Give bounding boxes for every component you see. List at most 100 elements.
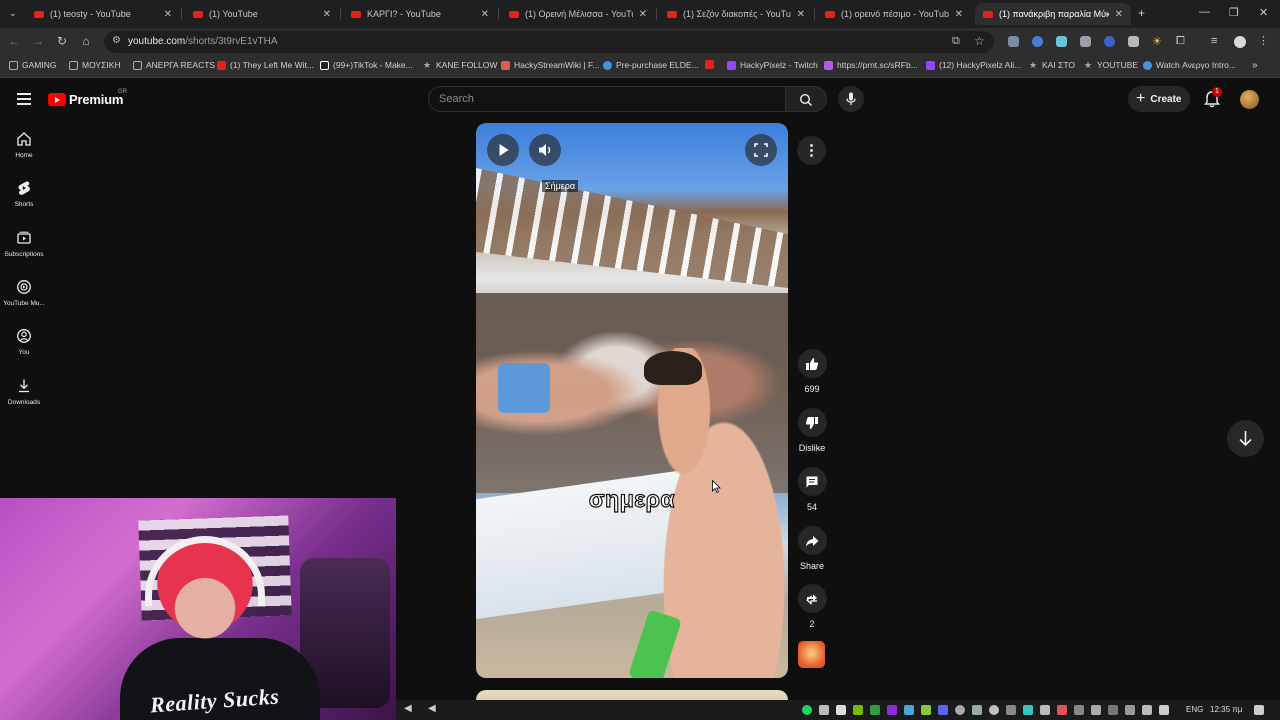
bookmark-they-left-me[interactable]: (1) They Left Me Wit...: [217, 60, 314, 70]
tray-icon[interactable]: [955, 705, 965, 715]
speaker-icon[interactable]: ◀: [428, 703, 436, 714]
account-avatar[interactable]: [1240, 90, 1259, 109]
tab-teosty[interactable]: (1) teosty - YouTube ✕: [26, 3, 180, 25]
bookmark-prntsc[interactable]: https://prnt.sc/sRFb...: [824, 60, 918, 70]
tab-search-icon[interactable]: ⌄: [9, 8, 17, 19]
like-button[interactable]: [797, 349, 827, 378]
search-button[interactable]: [786, 86, 827, 112]
dislike-action[interactable]: Dislike: [797, 408, 827, 453]
share-button[interactable]: [797, 526, 827, 555]
tray-icon[interactable]: [1057, 705, 1067, 715]
tray-icon[interactable]: [1023, 705, 1033, 715]
restore-window-icon[interactable]: ❐: [1229, 6, 1239, 19]
tab-kargi[interactable]: ΚΑΡΓΙ? - YouTube ✕: [343, 3, 497, 25]
tray-icon[interactable]: [836, 705, 846, 715]
tray-icon[interactable]: [1108, 705, 1118, 715]
tab-sezon-diakopes[interactable]: (1) Σεζόν διακοπές - YouTube ✕: [659, 3, 813, 25]
bookmark-hackypixelz-twitch[interactable]: HackyPixelz - Twitch: [727, 60, 818, 70]
site-info-icon[interactable]: ⚙: [112, 35, 121, 46]
remix-action[interactable]: 2: [797, 584, 827, 629]
voice-search-button[interactable]: [838, 86, 864, 112]
share-action[interactable]: Share: [797, 526, 827, 571]
create-button[interactable]: + Create: [1128, 86, 1190, 112]
bookmark-folder-gaming[interactable]: GAMING: [9, 60, 56, 70]
comments-action[interactable]: 54: [797, 467, 827, 512]
minimize-window-icon[interactable]: —: [1199, 6, 1210, 18]
sun-icon[interactable]: ☀: [1152, 35, 1162, 48]
guide-item-home[interactable]: Home: [0, 131, 48, 159]
close-tab-icon[interactable]: ✕: [481, 9, 489, 20]
speaker-icon[interactable]: ◀: [404, 703, 412, 714]
bookmark-hackystreamwiki[interactable]: HackyStreamWiki | F...: [501, 60, 599, 70]
discord-icon[interactable]: [938, 705, 948, 715]
microphone-icon[interactable]: [1091, 705, 1101, 715]
bookmark-hackypixelz-ali[interactable]: (12) HackyPixelz Ali...: [926, 60, 1021, 70]
extension-icon[interactable]: [1008, 36, 1019, 47]
shorts-video-player[interactable]: Σήμερα σημερα: [476, 123, 788, 678]
bookmark-kane-follow[interactable]: ★ KANE FOLLOW: [423, 60, 497, 70]
tray-icon[interactable]: [819, 705, 829, 715]
tray-icon[interactable]: [904, 705, 914, 715]
address-bar[interactable]: ⚙ youtube.com/shorts/3t9rvE1vTHA ⧉ ☆: [104, 31, 994, 53]
tray-icon[interactable]: [1074, 705, 1084, 715]
network-icon[interactable]: [1159, 705, 1169, 715]
guide-item-shorts[interactable]: Shorts: [0, 180, 48, 208]
tray-icon[interactable]: [989, 705, 999, 715]
play-button[interactable]: [487, 134, 519, 166]
bookmark-kai-sto[interactable]: ★ ΚΑΙ ΣΤΟ: [1029, 60, 1075, 70]
close-tab-icon[interactable]: ✕: [164, 9, 172, 20]
extension-icon[interactable]: [1032, 36, 1043, 47]
extension-icon[interactable]: [1128, 36, 1139, 47]
profile-icon[interactable]: [1234, 36, 1246, 48]
input-language[interactable]: ENG: [1186, 705, 1203, 714]
tray-icon[interactable]: [870, 705, 880, 715]
close-tab-icon[interactable]: ✕: [955, 9, 963, 20]
youtube-logo-text[interactable]: Premium: [69, 92, 123, 107]
fullscreen-button[interactable]: [745, 134, 777, 166]
close-tab-icon[interactable]: ✕: [323, 9, 331, 20]
browser-menu-icon[interactable]: ⋮: [1258, 34, 1269, 47]
dislike-button[interactable]: [797, 408, 827, 437]
guide-item-downloads[interactable]: Downloads: [0, 378, 48, 406]
close-tab-icon[interactable]: ✕: [797, 9, 805, 20]
more-bookmarks-icon[interactable]: »: [1252, 60, 1258, 71]
sound-thumbnail[interactable]: [798, 641, 825, 668]
reload-icon[interactable]: ↻: [54, 34, 70, 48]
close-window-icon[interactable]: ✕: [1259, 6, 1268, 19]
spotify-icon[interactable]: [802, 705, 812, 715]
more-actions-button[interactable]: [797, 136, 826, 165]
tab-oreini-melissa[interactable]: (1) Ορεινή Μέλισσα - YouTube ✕: [501, 3, 655, 25]
menu-icon[interactable]: [17, 93, 31, 105]
battery-icon[interactable]: [1142, 705, 1152, 715]
tray-icon[interactable]: [887, 705, 897, 715]
comments-button[interactable]: [797, 467, 827, 496]
guide-item-subscriptions[interactable]: Subscriptions: [0, 230, 48, 258]
tab-oreino-pesimo[interactable]: (1) ορεινό πέσιμο - YouTube ✕: [817, 3, 971, 25]
system-clock[interactable]: 12:35 πμ: [1210, 705, 1242, 714]
close-tab-icon[interactable]: ✕: [1115, 9, 1123, 20]
bookmark-youtube-star[interactable]: ★ YOUTUBE: [1084, 60, 1138, 70]
tray-icon[interactable]: [1125, 705, 1135, 715]
reading-list-icon[interactable]: ≡: [1211, 35, 1217, 47]
bookmark-folder-mousiki[interactable]: ΜΟΥΣΙΚΗ: [69, 60, 121, 70]
volume-button[interactable]: [529, 134, 561, 166]
puzzle-icon[interactable]: ⧠: [1176, 35, 1185, 48]
remix-button[interactable]: [797, 584, 827, 613]
search-input[interactable]: Search: [428, 86, 786, 112]
tray-icon[interactable]: [1006, 705, 1016, 715]
next-short-button[interactable]: [1227, 420, 1264, 457]
tray-icon[interactable]: [921, 705, 931, 715]
youtube-logo-icon[interactable]: [48, 93, 66, 106]
bookmark-folder-anerga-reacts[interactable]: ΑΝΕΡΓΑ REACTS: [133, 60, 215, 70]
new-tab-button[interactable]: +: [1138, 6, 1145, 20]
like-action[interactable]: 699: [797, 349, 827, 394]
nvidia-icon[interactable]: [853, 705, 863, 715]
bookmark-tiktok[interactable]: (99+)TikTok - Make...: [320, 60, 413, 70]
tab-youtube[interactable]: (1) YouTube ✕: [185, 3, 339, 25]
bookmark-elden-preorder[interactable]: Pre-purchase ELDE...: [603, 60, 699, 70]
guide-item-youtube-music[interactable]: YouTube Mu...: [0, 279, 48, 307]
tray-icon[interactable]: [972, 705, 982, 715]
back-icon[interactable]: ←: [6, 34, 22, 48]
tab-active-mykonos[interactable]: (1) πανάκριβη παραλία Μύκονος ✕: [975, 3, 1131, 25]
shield-icon[interactable]: [1080, 36, 1091, 47]
